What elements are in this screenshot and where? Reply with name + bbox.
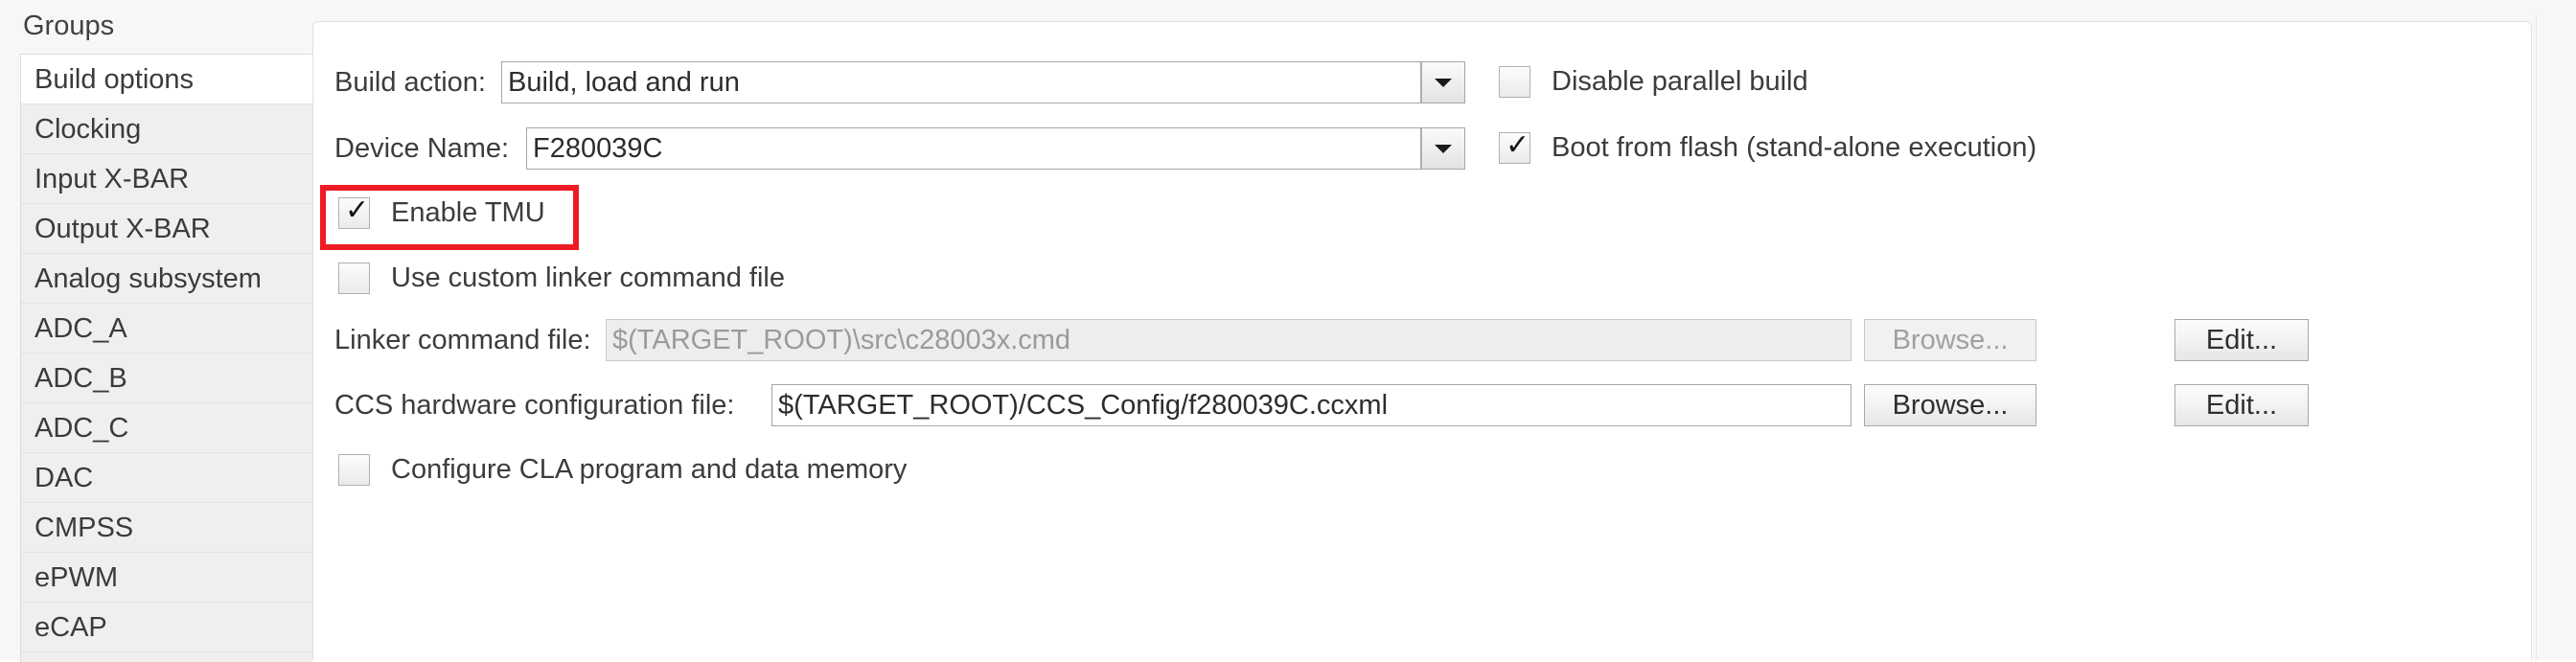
sidebar-item-label: ADC_B (34, 363, 127, 394)
sidebar-item-build-options[interactable]: Build options (21, 55, 312, 104)
sidebar-item-label: Input X-BAR (34, 164, 190, 194)
checkmark-icon: ✓ (1506, 128, 1530, 162)
ccs-hardware-config-input[interactable]: $(TARGET_ROOT)/CCS_Config/f280039C.ccxml (771, 384, 1852, 426)
use-custom-linker-checkbox[interactable] (338, 263, 370, 294)
enable-tmu-label[interactable]: Enable TMU (391, 197, 545, 229)
ccs-hardware-config-label: CCS hardware configuration file: (334, 390, 735, 421)
chevron-down-icon (1435, 79, 1452, 87)
sidebar-item-adc-a[interactable]: ADC_A (21, 304, 312, 354)
disable-parallel-build-label[interactable]: Disable parallel build (1552, 66, 1808, 98)
configure-cla-row: Configure CLA program and data memory (313, 444, 2531, 497)
sidebar-item-ecap[interactable]: eCAP (21, 603, 312, 652)
sidebar-item-label: eCAP (34, 612, 107, 643)
sidebar-item-label: ADC_C (34, 413, 129, 444)
sidebar-item-analog-subsystem[interactable]: Analog subsystem (21, 254, 312, 304)
sidebar-item-label: ePWM (34, 562, 118, 593)
sidebar-item-input-x-bar[interactable]: Input X-BAR (21, 154, 312, 204)
groups-list[interactable]: Build options Clocking Input X-BAR Outpu… (20, 54, 312, 662)
sidebar-item-label: DAC (34, 463, 94, 493)
enable-tmu-checkbox[interactable]: ✓ (338, 194, 370, 229)
build-options-form: Build action: Build, load and run Disabl… (312, 21, 2532, 660)
sidebar-item-label: CMPSS (34, 513, 134, 543)
use-custom-linker-label[interactable]: Use custom linker command file (391, 263, 785, 294)
checkmark-icon: ✓ (345, 194, 370, 227)
linker-command-file-row: Linker command file: $(TARGET_ROOT)\src\… (313, 313, 2531, 367)
ccs-hardware-config-browse-button[interactable]: Browse... (1864, 384, 2036, 426)
build-action-dropdown-button[interactable] (1421, 61, 1465, 103)
simulink-target-hardware-pane: Groups Build options Clocking Input X-BA… (0, 0, 2576, 662)
device-name-label: Device Name: (334, 133, 510, 164)
build-action-row: Build action: Build, load and run Disabl… (313, 56, 2531, 109)
device-name-row: Device Name: F280039C ✓ Boot from flash … (313, 122, 2531, 175)
build-action-label: Build action: (334, 67, 486, 98)
sidebar-item-clocking[interactable]: Clocking (21, 104, 312, 154)
linker-command-file-input[interactable]: $(TARGET_ROOT)\src\c28003x.cmd (606, 319, 1852, 361)
enable-tmu-row: ✓ Enable TMU (313, 187, 2531, 240)
panel-right-edge (2536, 13, 2537, 660)
groups-header-label: Groups (23, 11, 115, 41)
linker-command-file-edit-button[interactable]: Edit... (2174, 319, 2309, 361)
ccs-hardware-config-row: CCS hardware configuration file: $(TARGE… (313, 378, 2531, 432)
sidebar-item-dac[interactable]: DAC (21, 453, 312, 503)
sidebar-item-cmpss[interactable]: CMPSS (21, 503, 312, 553)
sidebar-item-label: ADC_A (34, 313, 127, 344)
linker-command-file-label: Linker command file: (334, 325, 591, 355)
configure-cla-label[interactable]: Configure CLA program and data memory (391, 454, 907, 486)
sidebar-item-adc-c[interactable]: ADC_C (21, 403, 312, 453)
linker-command-file-browse-button[interactable]: Browse... (1864, 319, 2036, 361)
ccs-hardware-config-edit-button[interactable]: Edit... (2174, 384, 2309, 426)
disable-parallel-build-checkbox[interactable] (1499, 66, 1530, 98)
boot-from-flash-checkbox[interactable]: ✓ (1499, 128, 1530, 164)
sidebar-item-label: Build options (34, 64, 195, 95)
sidebar-item-epwm[interactable]: ePWM (21, 553, 312, 603)
groups-panel: Groups Build options Clocking Input X-BA… (0, 0, 312, 662)
chevron-down-icon (1435, 145, 1452, 153)
boot-from-flash-label[interactable]: Boot from flash (stand-alone execution) (1552, 132, 2036, 164)
device-name-combo-value[interactable]: F280039C (526, 127, 1421, 170)
device-name-dropdown-button[interactable] (1421, 127, 1465, 170)
use-custom-linker-row: Use custom linker command file (313, 252, 2531, 306)
sidebar-item-adc-b[interactable]: ADC_B (21, 354, 312, 403)
configure-cla-checkbox[interactable] (338, 454, 370, 486)
sidebar-item-label: Clocking (34, 114, 142, 145)
sidebar-item-output-x-bar[interactable]: Output X-BAR (21, 204, 312, 254)
sidebar-item-label: Analog subsystem (34, 263, 262, 294)
sidebar-item-label: Output X-BAR (34, 214, 211, 244)
build-action-combo-value[interactable]: Build, load and run (501, 61, 1421, 103)
